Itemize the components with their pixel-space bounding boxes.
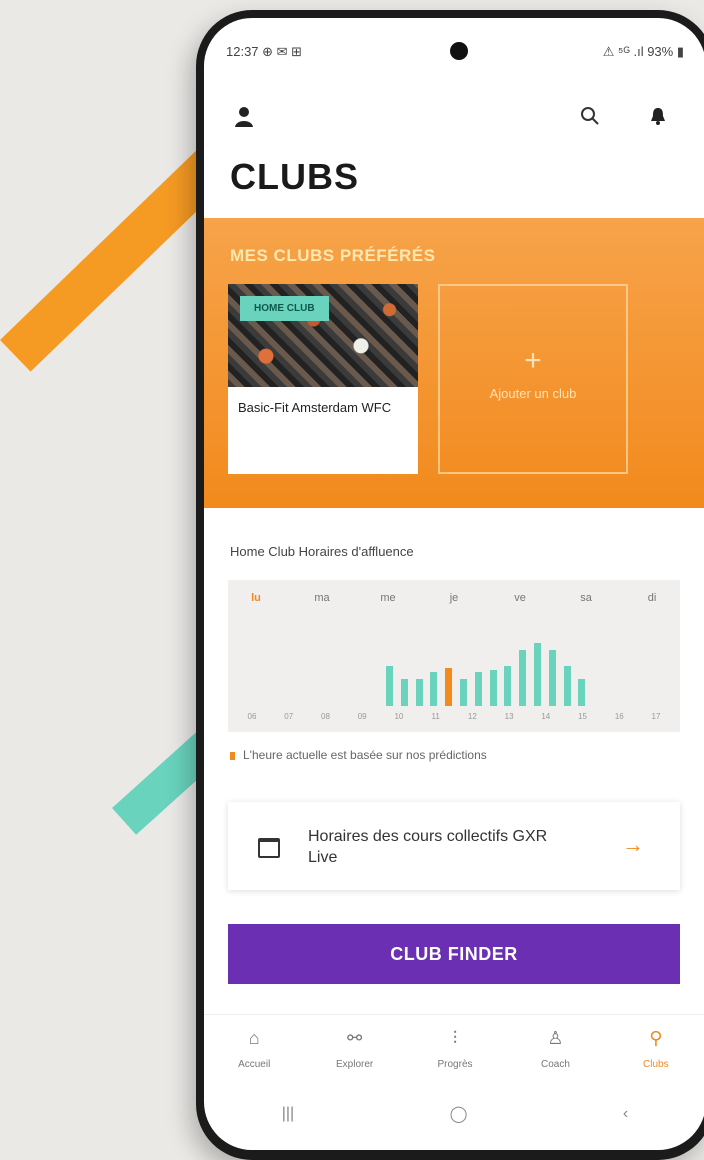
app-screen: 12:37 ⊕ ✉ ⊞ ⚠ ⁵ᴳ .ıl 93% ▮ CLUBS MES CLU… [204,18,704,1150]
dumbbell-icon: ⚯ [347,1028,363,1048]
hour-label: 16 [614,712,624,721]
location-pin-icon: ⚲ [649,1028,663,1048]
attendance-bar [400,679,408,706]
system-navigation-bar: ||| ◯ ‹ [204,1094,704,1134]
favorite-clubs-title: MES CLUBS PRÉFÉRÉS [230,246,436,265]
day-tab-di[interactable]: di [648,592,657,604]
attendance-bar [534,643,541,706]
hour-label: 17 [651,712,661,721]
add-club-button[interactable]: + Ajouter un club [438,284,628,474]
home-button[interactable]: ◯ [450,1104,468,1124]
nav-item-clubs[interactable]: ⚲ Clubs [606,1015,704,1085]
attendance-title: Home Club Horaires d'affluence [230,544,414,559]
attendance-bar [548,650,556,706]
day-tab-lu[interactable]: lu [251,592,261,604]
plus-icon: + [524,344,542,377]
day-tab-ve[interactable]: ve [514,592,526,604]
favorite-clubs-panel: MES CLUBS PRÉFÉRÉS HOME CLUB Basic-Fit A… [204,218,704,508]
nav-item-accueil[interactable]: ⌂ Accueil [204,1015,304,1085]
day-tab-je[interactable]: je [450,592,459,604]
attendance-bar [578,679,586,706]
front-camera [450,42,468,60]
attendance-chart: lu ma me je ve sa di 06 07 08 09 10 11 12 13 14 15 16 17 [228,580,680,732]
bottom-navigation: ⌂ Accueil ⚯ Explorer ⫶ Progrès ♙ Coach ⚲ Clubs [204,1014,704,1085]
nav-label: Clubs [643,1059,669,1070]
hour-label: 07 [284,712,294,721]
hour-label: 14 [541,712,551,721]
day-tab-ma[interactable]: ma [314,592,329,604]
current-hour-marker-icon [230,751,235,760]
attendance-bar [430,671,438,706]
attendance-bar [563,665,571,706]
club-name: Basic-Fit Amsterdam WFC [238,400,392,415]
hour-label: 08 [321,712,330,721]
arrow-right-icon: → [622,832,644,857]
attendance-bar [519,650,527,706]
home-club-badge: HOME CLUB [240,296,329,321]
nav-item-progrès[interactable]: ⫶ Progrès [405,1015,505,1085]
progress-icon: ⫶ [452,1028,458,1048]
prediction-note-text: L'heure actuelle est basée sur nos prédi… [243,748,487,762]
nav-label: Accueil [238,1059,271,1070]
nav-label: Coach [540,1059,570,1070]
hour-label: 10 [394,712,404,721]
nav-label: Explorer [335,1059,374,1070]
coach-icon: ♙ [547,1028,564,1048]
club-finder-button[interactable]: CLUB FINDER [228,924,680,984]
hour-label: 06 [247,712,257,721]
group-classes-schedule-card[interactable]: Horaires des cours collectifs GXR Live → [228,802,680,890]
favorite-club-card[interactable]: HOME CLUB Basic-Fit Amsterdam WFC [228,284,418,474]
nav-item-explorer[interactable]: ⚯ Explorer [304,1015,404,1085]
home-icon: ⌂ [248,1028,260,1048]
status-system-icons: ⚠ ⁵ᴳ .ıl 93% ▮ [602,44,684,59]
nav-label: Progrès [437,1059,473,1070]
hour-label: 09 [357,712,367,721]
schedule-card-text: Horaires des cours collectifs GXR Live [308,828,548,866]
attendance-bar [445,668,453,706]
day-tab-sa[interactable]: sa [580,592,592,604]
search-icon[interactable] [580,106,600,130]
attendance-bar [489,670,497,706]
phone-frame: 12:37 ⊕ ✉ ⊞ ⚠ ⁵ᴳ .ıl 93% ▮ CLUBS MES CLU… [196,10,704,1160]
day-tab-me[interactable]: me [380,592,395,604]
hour-label: 15 [578,712,587,721]
attendance-bar [504,665,512,706]
status-bar: 12:37 ⊕ ✉ ⊞ ⚠ ⁵ᴳ .ıl 93% ▮ [204,40,704,64]
hour-label: 11 [431,712,440,721]
prediction-note: L'heure actuelle est basée sur nos prédi… [230,748,487,762]
hour-label: 13 [504,712,514,721]
attendance-bar [415,679,423,706]
attendance-bar [474,671,482,706]
attendance-bar [460,679,467,706]
status-time: 12:37 ⊕ ✉ ⊞ [226,44,303,59]
back-button[interactable]: ‹ [623,1105,628,1123]
nav-item-coach[interactable]: ♙ Coach [505,1015,605,1085]
club-photo: HOME CLUB [228,284,418,387]
calendar-icon [258,838,280,858]
recent-apps-button[interactable]: ||| [282,1105,294,1123]
page-title: CLUBS [230,156,359,197]
bell-icon[interactable] [650,106,666,130]
add-club-label: Ajouter un club [489,386,577,401]
person-icon[interactable] [234,106,254,132]
hour-label: 12 [467,712,477,721]
attendance-bar [386,665,393,706]
